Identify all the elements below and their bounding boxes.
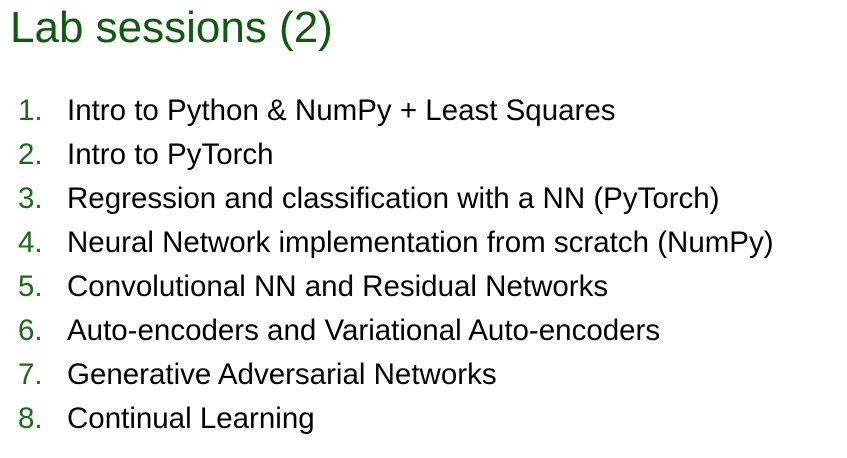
item-number: 1.: [18, 94, 43, 127]
item-number: 6.: [18, 314, 43, 347]
item-text: Regression and classification with a NN …: [67, 182, 720, 215]
item-number: 7.: [18, 358, 43, 391]
item-text: Neural Network implementation from scrat…: [67, 226, 774, 259]
item-text: Continual Learning: [67, 402, 315, 435]
item-number: 2.: [18, 138, 43, 171]
item-text: Convolutional NN and Residual Networks: [67, 270, 609, 303]
item-text: Auto-encoders and Variational Auto-encod…: [67, 314, 661, 347]
item-number: 5.: [18, 270, 43, 303]
item-number: 4.: [18, 226, 43, 259]
item-text: Generative Adversarial Networks: [67, 358, 497, 391]
item-text: Intro to Python & NumPy + Least Squares: [67, 94, 616, 127]
item-number: 3.: [18, 182, 43, 215]
item-number: 8.: [18, 402, 43, 435]
item-text: Intro to PyTorch: [67, 138, 274, 171]
slide-title: Lab sessions (2): [10, 3, 333, 52]
slide: Lab sessions (2) 1. Intro to Python & Nu…: [0, 0, 847, 458]
